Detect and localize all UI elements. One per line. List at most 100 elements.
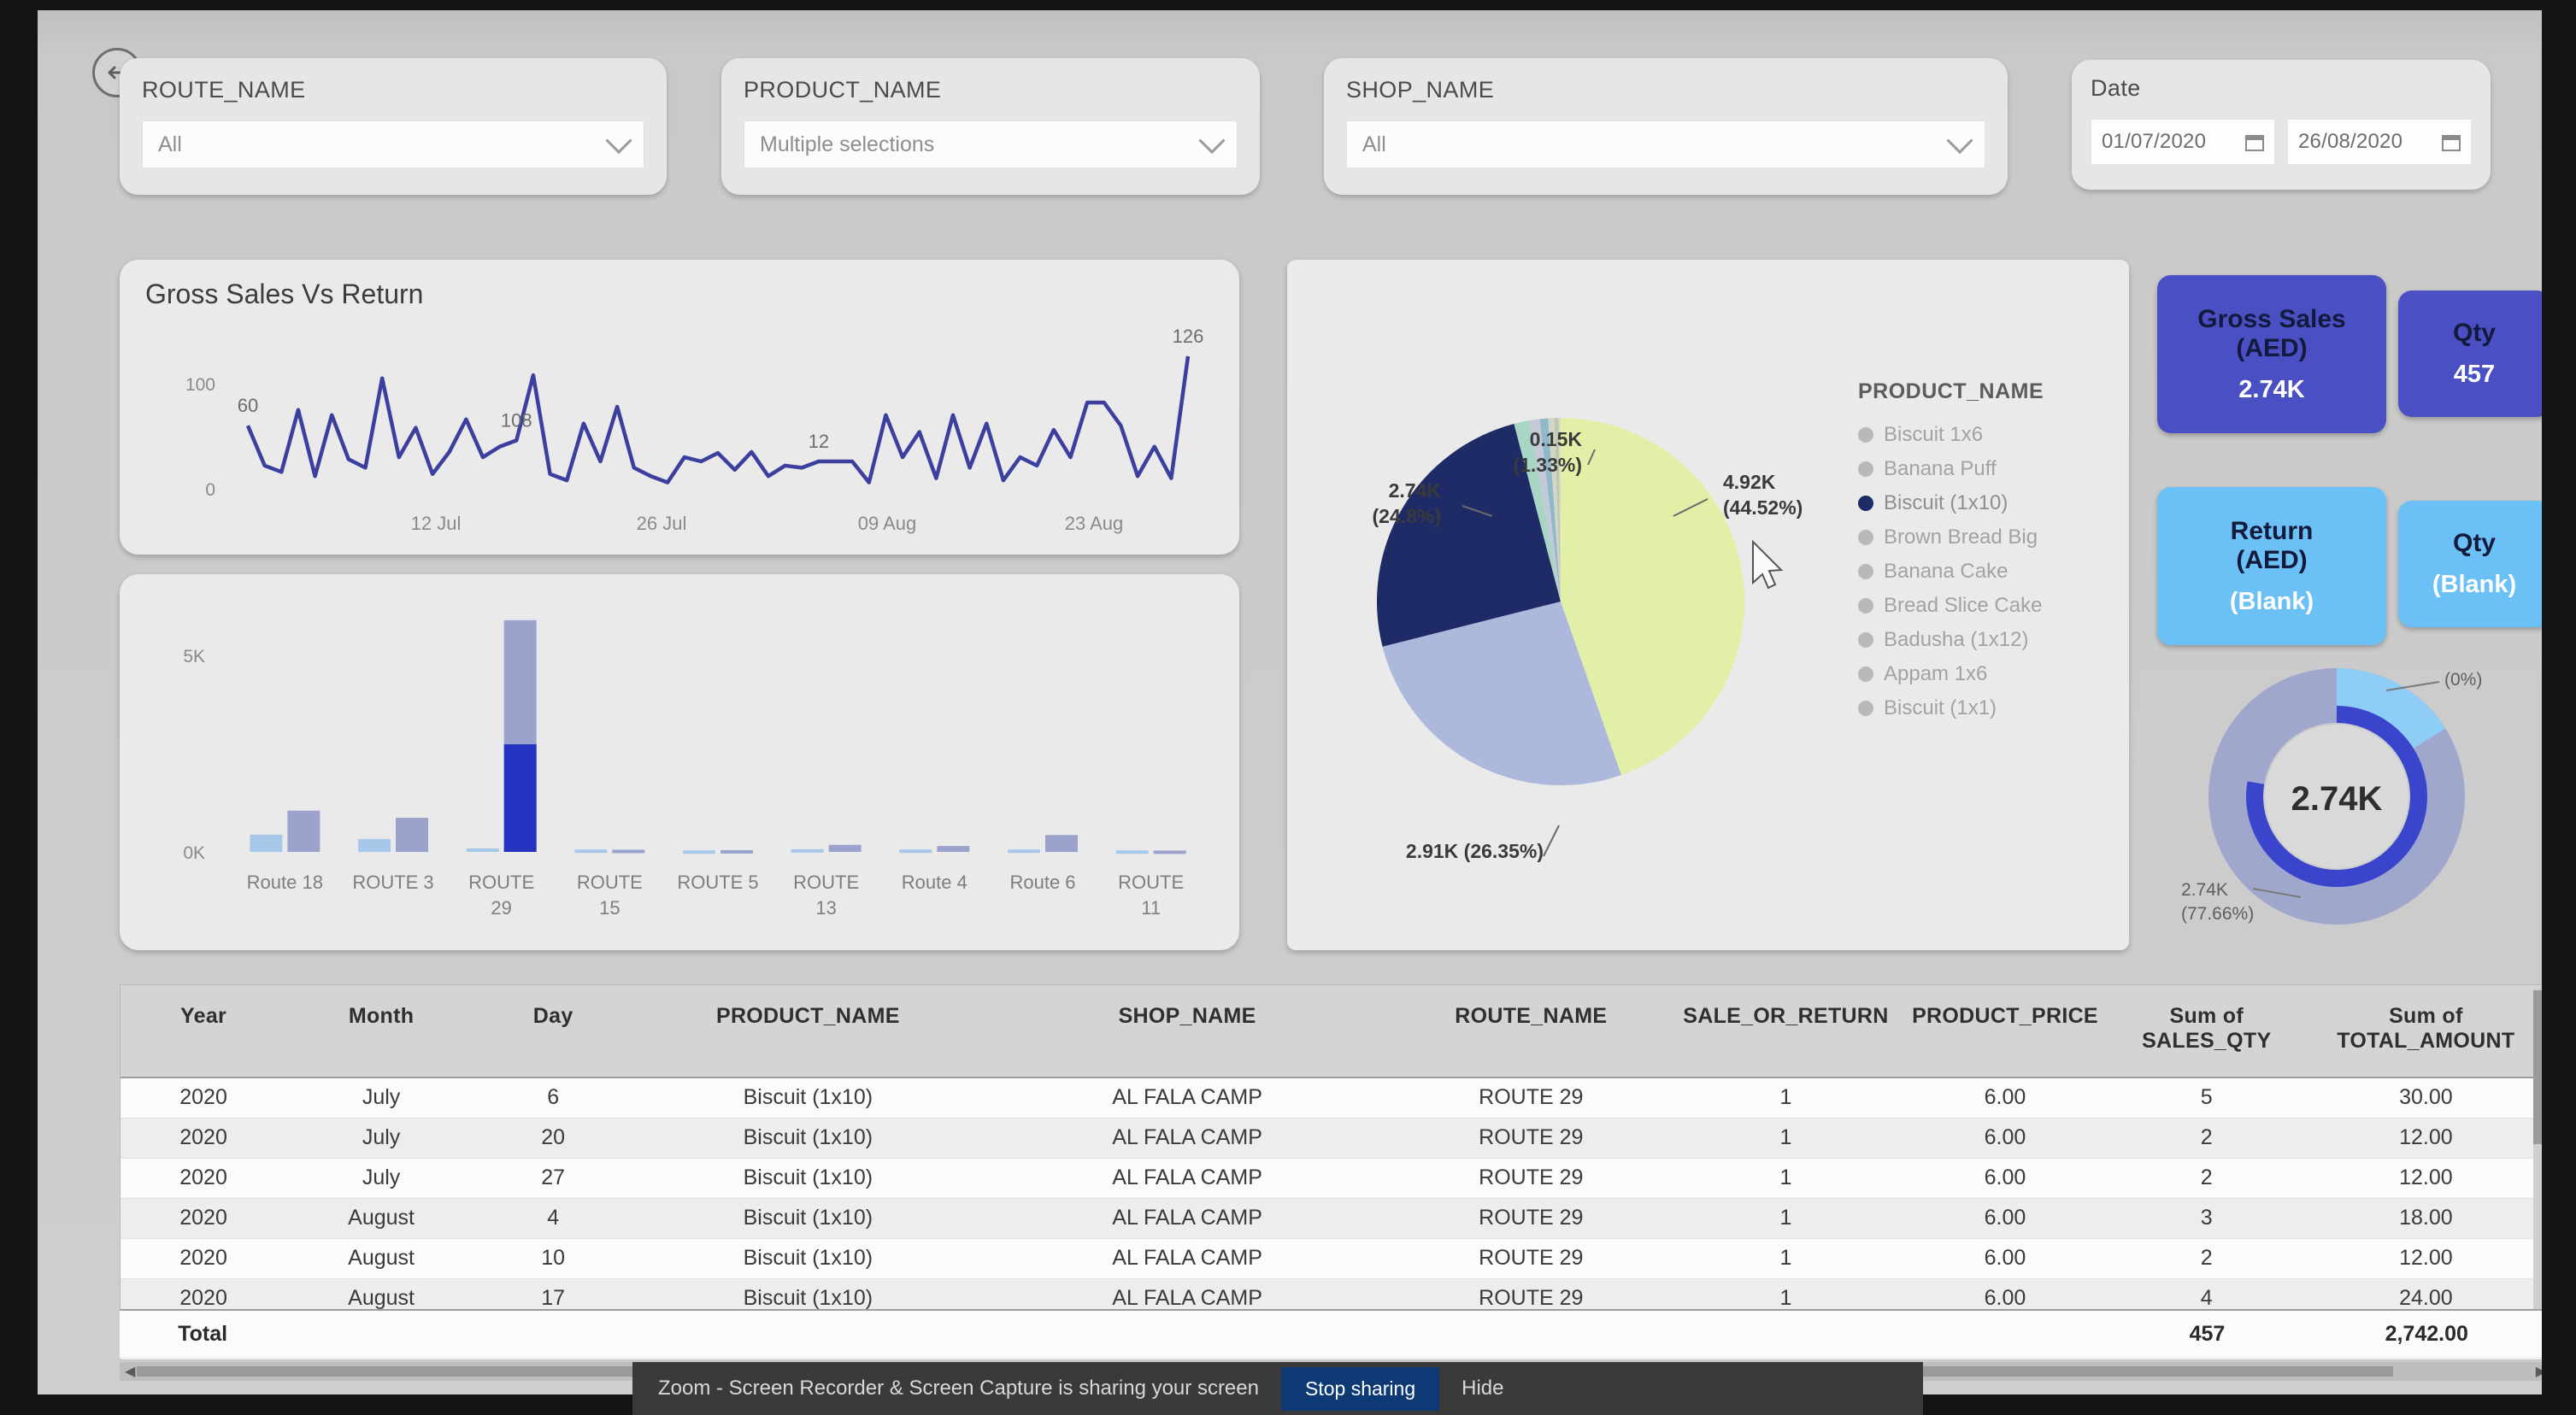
table-cell: Biscuit (1x10): [630, 1077, 986, 1118]
bar-segment-sales[interactable]: [358, 838, 391, 852]
table-cell: AL FALA CAMP: [985, 1118, 1389, 1159]
legend-item[interactable]: Biscuit 1x6: [1858, 418, 2132, 452]
table-cell: AL FALA CAMP: [985, 1077, 1389, 1118]
bar-segment-total[interactable]: [1045, 835, 1078, 852]
bar-segment-total[interactable]: [828, 844, 862, 852]
bar-chart-card[interactable]: 0K 5K Route 18 ROUTE 3 ROUTE 29 ROUTE 15 ROUTE 5…: [120, 574, 1239, 950]
chevron-down-icon: [1946, 127, 1973, 155]
table-column-header[interactable]: ROUTE_NAME: [1388, 985, 1673, 1078]
route-name-dropdown[interactable]: All: [142, 120, 644, 168]
table-vertical-scrollbar[interactable]: [2533, 989, 2542, 1356]
legend-item[interactable]: Badusha (1x12): [1858, 623, 2132, 657]
table-cell: 20: [476, 1118, 631, 1159]
table-column-header[interactable]: PRODUCT_PRICE: [1898, 985, 2112, 1078]
slicer-caption: ROUTE_NAME: [142, 77, 306, 103]
table-cell: 10: [476, 1238, 631, 1279]
slicer-route-name[interactable]: ROUTE_NAME All: [120, 58, 667, 195]
bar-segment-sales[interactable]: [1115, 850, 1149, 854]
bar-segment-sales[interactable]: [1008, 849, 1040, 854]
kpi-return[interactable]: Return (AED) (Blank): [2157, 487, 2386, 645]
legend-item[interactable]: Appam 1x6: [1858, 657, 2132, 691]
bar-segment-sales[interactable]: [466, 848, 499, 852]
table-cell: 1: [1673, 1077, 1899, 1118]
table-row[interactable]: 2020 August 10 Biscuit (1x10) AL FALA CAMP RO…: [121, 1238, 2542, 1279]
bar-segment-total[interactable]: [396, 818, 428, 852]
line-data-label: 12: [809, 431, 829, 452]
legend-item[interactable]: Biscuit (1x10): [1858, 486, 2132, 520]
line-series-gross-sales[interactable]: [245, 355, 1191, 484]
table-row[interactable]: 2020 August 4 Biscuit (1x10) AL FALA CAMP ROU…: [121, 1198, 2542, 1239]
table-cell: 6.00: [1898, 1118, 2112, 1159]
table-cell: 3: [2111, 1198, 2302, 1239]
legend-item[interactable]: Biscuit (1x1): [1858, 691, 2132, 725]
table-column-header[interactable]: Sum of TOTAL_AMOUNT: [2301, 985, 2542, 1078]
shop-name-value: All: [1362, 132, 1386, 156]
table-column-header[interactable]: PRODUCT_NAME: [630, 985, 986, 1078]
table-row[interactable]: 2020 July 6 Biscuit (1x10) AL FALA CAMP ROUTE…: [121, 1077, 2542, 1118]
bar-segment-total[interactable]: [720, 849, 753, 854]
legend-color-swatch: [1858, 461, 1873, 477]
table-row[interactable]: 2020 July 20 Biscuit (1x10) AL FALA CAMP ROUT…: [121, 1118, 2542, 1159]
slicer-product-name[interactable]: PRODUCT_NAME Multiple selections: [721, 58, 1260, 195]
shop-name-dropdown[interactable]: All: [1346, 120, 1985, 168]
bar-segment-sales[interactable]: [574, 849, 608, 854]
route-name-value: All: [158, 132, 182, 156]
hide-toast-button[interactable]: Hide: [1461, 1377, 1503, 1400]
bar-segment-sales[interactable]: [791, 848, 824, 853]
table-cell: 6.00: [1898, 1158, 2112, 1199]
scrollbar-thumb[interactable]: [2533, 990, 2542, 1144]
bar-segment-sales[interactable]: [250, 834, 283, 852]
bar-segment-sales[interactable]: [899, 849, 932, 854]
kpi-title-line1: Qty: [2452, 529, 2496, 558]
legend-item[interactable]: Banana Puff: [1858, 452, 2132, 486]
slicer-date[interactable]: Date 01/07/2020 26/08/2020: [2072, 60, 2491, 190]
line-chart-plot[interactable]: 0 100 12 Jul 26 Jul 09 Aug 23 Aug 60 108 12 126: [120, 309, 1239, 549]
table-cell: 1: [1673, 1198, 1899, 1239]
table-cell: 1: [1673, 1118, 1899, 1159]
bar-segment-total[interactable]: [612, 849, 645, 854]
table-column-header[interactable]: Sum of SALES_QTY: [2111, 985, 2302, 1078]
scroll-right-arrow[interactable]: ▶: [2536, 1363, 2542, 1380]
legend-item[interactable]: Banana Cake: [1858, 555, 2132, 589]
calendar-icon[interactable]: [2245, 132, 2264, 151]
legend-item[interactable]: Brown Bread Big: [1858, 520, 2132, 555]
powerbi-report-canvas: ROUTE_NAME All PRODUCT_NAME Multiple sel…: [38, 10, 2542, 1394]
donut-chart[interactable]: 2.74K (0%) 2.74K (77.66%): [2157, 660, 2542, 950]
scroll-left-arrow[interactable]: ◀: [125, 1363, 135, 1380]
table-column-header[interactable]: Year: [121, 985, 287, 1078]
table-header: Year Month Day PRODUCT_NAME SHOP_NAME ROUTE_N…: [121, 985, 2542, 1078]
kpi-gross-sales[interactable]: Gross Sales (AED) 2.74K: [2157, 275, 2386, 433]
table-column-header[interactable]: Day: [476, 985, 631, 1078]
bar-segment-highlight[interactable]: [503, 744, 537, 852]
date-end-input[interactable]: 26/08/2020: [2287, 119, 2472, 165]
donut-chart-plot[interactable]: 2.74K (0%) 2.74K (77.66%): [2157, 660, 2542, 950]
kpi-qty[interactable]: Qty 457: [2398, 291, 2542, 417]
table-cell: 12.00: [2301, 1118, 2542, 1159]
product-name-dropdown[interactable]: Multiple selections: [744, 120, 1238, 168]
legend-item[interactable]: Bread Slice Cake: [1858, 589, 2132, 623]
legend-title: PRODUCT_NAME: [1858, 379, 2044, 403]
bar-segment-total[interactable]: [1153, 850, 1186, 854]
date-start-input[interactable]: 01/07/2020: [2091, 119, 2275, 165]
bar-segment-total[interactable]: [937, 846, 970, 852]
table-cell: 2020: [121, 1118, 287, 1159]
table-row[interactable]: 2020 July 27 Biscuit (1x10) AL FALA CAMP ROUT…: [121, 1158, 2542, 1199]
bar-chart-plot[interactable]: 0K 5K Route 18 ROUTE 3 ROUTE 29 ROUTE 15 ROUTE 5…: [120, 574, 1239, 950]
table-column-header[interactable]: Month: [286, 985, 477, 1078]
table-cell: 1: [1673, 1238, 1899, 1279]
bar-segment-sales[interactable]: [683, 850, 715, 854]
table-cell: ROUTE 29: [1388, 1158, 1673, 1199]
line-chart-card[interactable]: Gross Sales Vs Return 0 100 12 Jul 26 Jul 09…: [120, 260, 1239, 555]
table-column-header[interactable]: SALE_OR_RETURN: [1673, 985, 1899, 1078]
total-sales-qty: 457: [2112, 1311, 2303, 1359]
donut-center-label: 2.74K: [2291, 780, 2383, 818]
stop-sharing-button[interactable]: Stop sharing: [1280, 1366, 1440, 1411]
kpi-return-qty[interactable]: Qty (Blank): [2398, 501, 2542, 627]
slicer-shop-name[interactable]: SHOP_NAME All: [1324, 58, 2008, 195]
bar-x-tick: ROUTE 13: [793, 872, 859, 919]
calendar-icon[interactable]: [2442, 132, 2461, 151]
data-table[interactable]: Year Month Day PRODUCT_NAME SHOP_NAME ROUTE_N…: [120, 984, 2542, 1360]
bar-segment-total[interactable]: [287, 810, 321, 852]
line-data-label: 126: [1173, 326, 1204, 347]
table-column-header[interactable]: SHOP_NAME: [985, 985, 1389, 1078]
